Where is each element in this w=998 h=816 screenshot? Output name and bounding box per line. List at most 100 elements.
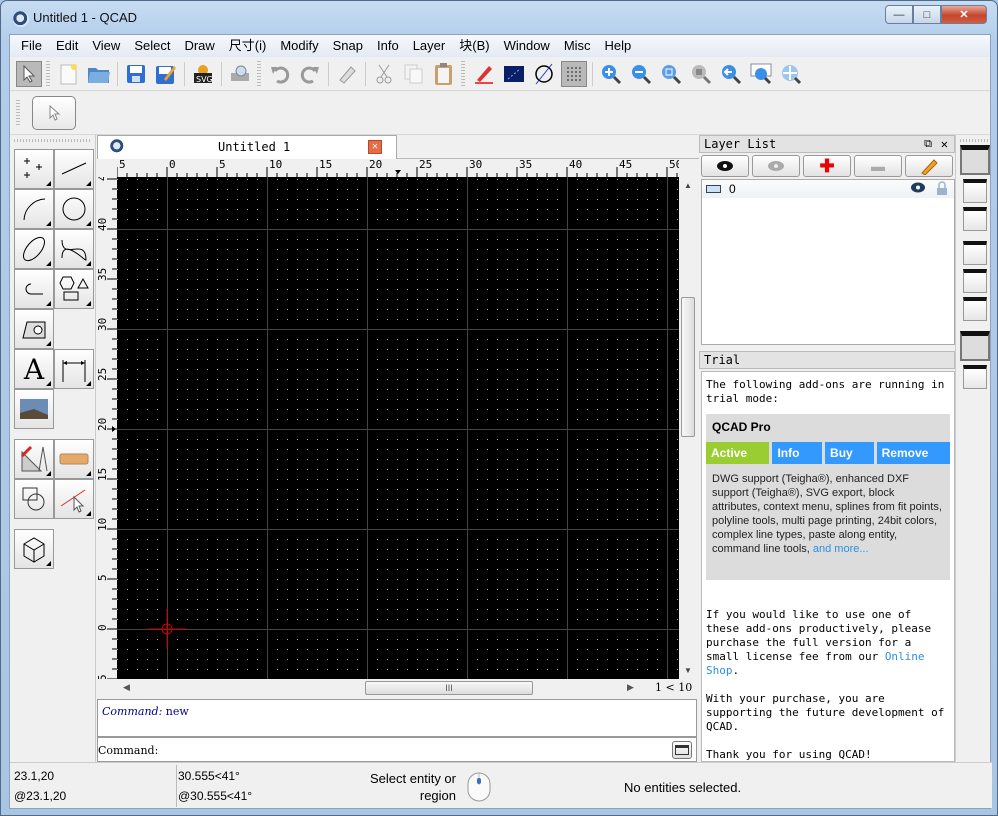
- grid-icon[interactable]: [561, 60, 587, 87]
- layer-lock-icon[interactable]: [936, 180, 948, 198]
- circle-tool[interactable]: [54, 189, 94, 229]
- zoom-previous-icon[interactable]: [718, 61, 744, 87]
- horizontal-scroll-thumb[interactable]: III: [365, 681, 533, 695]
- menu-misc[interactable]: Misc: [557, 35, 598, 57]
- undo-icon[interactable]: [267, 61, 293, 87]
- and-more-link[interactable]: and more...: [813, 543, 869, 555]
- menu-info[interactable]: Info: [370, 35, 406, 57]
- zoom-auto-icon[interactable]: [658, 61, 684, 87]
- print-preview-icon[interactable]: [227, 61, 253, 87]
- image-tool[interactable]: [14, 389, 54, 429]
- menu-window[interactable]: Window: [497, 35, 557, 57]
- vertical-scrollbar[interactable]: ▲ ▼: [679, 177, 697, 679]
- toolbar-grip[interactable]: [461, 60, 465, 87]
- select-pointer-button[interactable]: [32, 95, 76, 130]
- command-window-icon[interactable]: [672, 741, 692, 759]
- modify-tool[interactable]: [14, 479, 54, 519]
- pointer-icon[interactable]: [16, 60, 42, 87]
- scroll-down-arrow[interactable]: ▼: [684, 666, 692, 675]
- addon-remove-button[interactable]: Remove: [876, 442, 950, 464]
- edit-layer-button[interactable]: [905, 155, 953, 177]
- dock-grip[interactable]: [14, 139, 90, 142]
- pen-icon[interactable]: [471, 61, 497, 87]
- dock-grip[interactable]: [960, 139, 988, 142]
- float-panel-icon[interactable]: ⧉: [924, 136, 932, 152]
- menu-dimension[interactable]: 尺寸(i): [222, 35, 274, 57]
- zoom-out-icon[interactable]: [628, 61, 654, 87]
- menu-view[interactable]: View: [85, 35, 127, 57]
- line-tool[interactable]: [54, 149, 94, 189]
- eraser-icon[interactable]: [334, 61, 360, 87]
- menu-edit[interactable]: Edit: [49, 35, 85, 57]
- close-panel-icon[interactable]: ✕: [941, 136, 948, 152]
- selection-filter-tab[interactable]: [963, 269, 987, 293]
- trial-tab[interactable]: [960, 331, 990, 361]
- open-folder-icon[interactable]: [86, 61, 112, 87]
- menu-help[interactable]: Help: [598, 35, 639, 57]
- hide-all-layers-button[interactable]: [752, 155, 800, 177]
- scroll-right-arrow[interactable]: ▶: [627, 682, 634, 693]
- menu-layer[interactable]: Layer: [406, 35, 453, 57]
- save-as-icon[interactable]: [153, 61, 179, 87]
- points-tool[interactable]: [14, 149, 54, 189]
- menu-modify[interactable]: Modify: [273, 35, 325, 57]
- select-tool[interactable]: [54, 479, 94, 519]
- spline-tool[interactable]: [54, 229, 94, 269]
- drawing-canvas[interactable]: [117, 177, 679, 679]
- addon-buy-button[interactable]: Buy: [825, 442, 874, 464]
- menu-select[interactable]: Select: [127, 35, 177, 57]
- clipboard-tab[interactable]: [963, 365, 987, 389]
- maximize-button[interactable]: □: [913, 5, 941, 24]
- close-button[interactable]: ✕: [941, 5, 987, 24]
- drawing-area-icon[interactable]: [501, 61, 527, 87]
- layer-list-tab[interactable]: [960, 145, 990, 175]
- shapes-tool[interactable]: [54, 269, 94, 309]
- polyline-tool[interactable]: [14, 269, 54, 309]
- hatch-tool[interactable]: [14, 309, 54, 349]
- layer-visible-icon[interactable]: [910, 182, 926, 196]
- arc-tool[interactable]: [14, 189, 54, 229]
- copy-icon[interactable]: [401, 61, 427, 87]
- new-file-icon[interactable]: [56, 61, 82, 87]
- zoom-window-icon[interactable]: [748, 61, 774, 87]
- block-list-tab[interactable]: [963, 179, 987, 203]
- show-all-layers-button[interactable]: [701, 155, 749, 177]
- add-layer-button[interactable]: ✚: [803, 155, 851, 177]
- svg-export-icon[interactable]: SVG: [190, 61, 216, 87]
- measure-tool[interactable]: [54, 439, 94, 479]
- addon-info-button[interactable]: Info: [772, 442, 823, 464]
- paste-icon[interactable]: [431, 61, 457, 87]
- view-list-tab[interactable]: [963, 207, 987, 231]
- horizontal-scrollbar[interactable]: ◀ III ▶ 1 < 10: [117, 679, 692, 697]
- cut-icon[interactable]: [371, 61, 397, 87]
- scroll-up-arrow[interactable]: ▲: [684, 181, 692, 190]
- zoom-selection-icon[interactable]: [688, 61, 714, 87]
- layer-row[interactable]: 0: [702, 180, 954, 198]
- menu-draw[interactable]: Draw: [177, 35, 221, 57]
- command-line[interactable]: Command:: [97, 737, 697, 762]
- document-tab[interactable]: Untitled 1 ✕: [97, 135, 397, 159]
- vertical-scroll-thumb[interactable]: [681, 297, 695, 437]
- remove-layer-button[interactable]: ▬: [854, 155, 902, 177]
- dimension-tool[interactable]: [54, 349, 94, 389]
- zoom-in-icon[interactable]: [598, 61, 624, 87]
- minimize-button[interactable]: —: [885, 5, 913, 24]
- menu-block[interactable]: 块(B): [452, 35, 496, 57]
- construction-tool[interactable]: [14, 439, 54, 479]
- text-tool[interactable]: A: [14, 349, 54, 389]
- addon-active-button[interactable]: Active: [706, 442, 770, 464]
- no-color-icon[interactable]: [531, 61, 557, 87]
- redo-icon[interactable]: [297, 61, 323, 87]
- pan-icon[interactable]: [778, 61, 804, 87]
- toolbar-grip[interactable]: [257, 60, 261, 87]
- property-editor-tab[interactable]: [963, 241, 987, 265]
- save-icon[interactable]: [123, 61, 149, 87]
- menu-file[interactable]: File: [14, 35, 49, 57]
- menu-snap[interactable]: Snap: [326, 35, 370, 57]
- scroll-left-arrow[interactable]: ◀: [123, 682, 130, 693]
- toolbar-grip[interactable]: [46, 60, 50, 87]
- ellipse-tool[interactable]: [14, 229, 54, 269]
- close-tab-icon[interactable]: ✕: [368, 140, 382, 154]
- library-browser-tab[interactable]: [963, 297, 987, 321]
- 3d-block-tool[interactable]: [14, 529, 54, 569]
